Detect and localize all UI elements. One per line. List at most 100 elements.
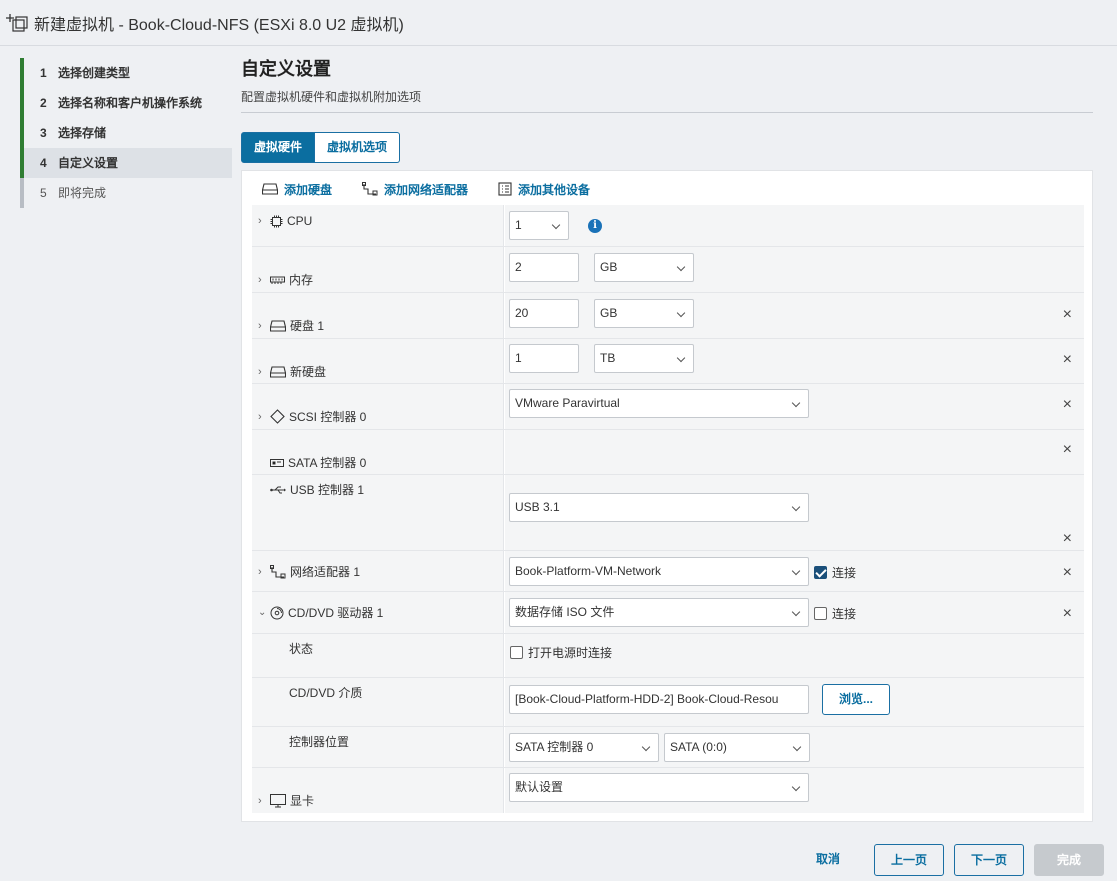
checkbox-unchecked-icon	[510, 646, 523, 659]
step-label: 选择创建类型	[58, 66, 131, 80]
disk1-expander[interactable]: › 硬盘 1	[258, 317, 324, 334]
usb-label: USB 控制器 1	[290, 483, 365, 497]
wizard-step-3[interactable]: 3 选择存储	[20, 118, 232, 148]
controller-select[interactable]: SATA 控制器 0	[509, 733, 659, 762]
step-number: 4	[40, 156, 47, 170]
remove-usb-icon[interactable]: ×	[1063, 531, 1072, 547]
network-adapter-icon	[362, 182, 378, 196]
info-icon[interactable]: i	[588, 219, 602, 233]
step-label: 选择存储	[58, 126, 107, 140]
checkbox-unchecked-icon	[814, 607, 827, 620]
new-vm-icon	[6, 12, 28, 34]
hardware-toolbar: 添加硬盘 添加网络适配器 添加其他设备	[262, 179, 620, 199]
cdrom-status-label: 状态	[289, 642, 314, 656]
disk1-size-input[interactable]: 20	[509, 299, 579, 328]
add-other-device-button[interactable]: 添加其他设备	[498, 179, 590, 199]
nic-network-select[interactable]: Book-Platform-VM-Network	[509, 557, 809, 586]
memory-label: 内存	[289, 273, 314, 287]
remove-disk1-icon[interactable]: ×	[1063, 307, 1072, 323]
cdrom-expander[interactable]: ⌄ CD/DVD 驱动器 1	[258, 604, 383, 621]
memory-size-input[interactable]: 2	[509, 253, 579, 282]
cpu-label: CPU	[287, 214, 313, 228]
new-disk-size-input[interactable]: 1	[509, 344, 579, 373]
controller-slot-select[interactable]: SATA (0:0)	[664, 733, 810, 762]
chevron-down-icon: ⌄	[258, 607, 267, 618]
remove-cdrom-icon[interactable]: ×	[1063, 606, 1072, 622]
add-disk-label: 添加硬盘	[284, 182, 333, 197]
step-label: 选择名称和客户机操作系统	[58, 96, 203, 110]
cdrom-type-select[interactable]: 数据存储 ISO 文件	[509, 598, 809, 627]
step-number: 2	[40, 96, 47, 110]
hardware-row-memory: › 内存 2 GB	[252, 247, 1084, 293]
video-setting-select[interactable]: 默认设置	[509, 773, 809, 802]
disk1-unit-select[interactable]: GB	[594, 299, 694, 328]
cdrom-label: CD/DVD 驱动器 1	[288, 606, 384, 620]
cdrom-media-label: CD/DVD 介质	[289, 686, 363, 700]
hardware-row-usb: USB 控制器 1 USB 3.1 ×	[252, 475, 1084, 551]
chevron-right-icon: ›	[258, 273, 262, 286]
new-disk-label: 新硬盘	[290, 365, 327, 379]
cdrom-media-input[interactable]: [Book-Cloud-Platform-HDD-2] Book-Cloud-R…	[509, 685, 809, 714]
nic-connect-checkbox[interactable]: 连接	[814, 564, 856, 581]
device-list-icon	[498, 182, 512, 196]
cancel-button[interactable]: 取消	[802, 844, 854, 876]
page-subtitle: 配置虚拟机硬件和虚拟机附加选项	[241, 90, 422, 104]
hardware-row-disk1: › 硬盘 1 20 GB ×	[252, 293, 1084, 339]
tab-vm-options[interactable]: 虚拟机选项	[315, 132, 401, 163]
wizard-step-2[interactable]: 2 选择名称和客户机操作系统	[20, 88, 232, 118]
power-on-connect-checkbox[interactable]: 打开电源时连接	[510, 644, 612, 661]
hardware-row-cdrom-status: 状态 打开电源时连接	[252, 634, 1084, 678]
back-button[interactable]: 上一页	[874, 844, 944, 876]
remove-new-disk-icon[interactable]: ×	[1063, 352, 1072, 368]
add-nic-button[interactable]: 添加网络适配器	[362, 179, 468, 199]
chevron-right-icon: ›	[258, 410, 262, 423]
nic-expander[interactable]: › 网络适配器 1	[258, 563, 360, 580]
new-disk-expander[interactable]: › 新硬盘	[258, 363, 326, 380]
hardware-row-sata: SATA 控制器 0 ×	[252, 430, 1084, 475]
page-title: 自定义设置	[241, 59, 331, 79]
tab-virtual-hardware[interactable]: 虚拟硬件	[241, 132, 316, 163]
scsi-expander[interactable]: › SCSI 控制器 0	[258, 408, 366, 425]
cdrom-connect-checkbox[interactable]: 连接	[814, 605, 856, 622]
scsi-type-select[interactable]: VMware Paravirtual	[509, 389, 809, 418]
nic-label: 网络适配器 1	[290, 565, 361, 579]
sata-label: SATA 控制器 0	[288, 456, 367, 470]
hard-disk-icon	[270, 319, 286, 332]
memory-icon	[270, 275, 285, 285]
video-expander[interactable]: › 显卡	[258, 792, 314, 809]
sata-controller-icon	[270, 458, 284, 468]
chevron-right-icon: ›	[258, 565, 262, 578]
hardware-row-video: › 显卡 默认设置	[252, 768, 1084, 813]
chevron-right-icon: ›	[258, 319, 262, 332]
add-disk-button[interactable]: 添加硬盘	[262, 179, 332, 199]
new-disk-unit-select[interactable]: TB	[594, 344, 694, 373]
cpu-icon	[270, 215, 283, 228]
memory-unit-select[interactable]: GB	[594, 253, 694, 282]
cpu-expander[interactable]: › CPU	[258, 214, 312, 228]
usb-type-select[interactable]: USB 3.1	[509, 493, 809, 522]
hardware-row-cpu: › CPU 1 i	[252, 205, 1084, 247]
step-label: 即将完成	[58, 186, 107, 200]
scsi-label: SCSI 控制器 0	[289, 410, 367, 424]
remove-scsi-icon[interactable]: ×	[1063, 397, 1072, 413]
step-label: 自定义设置	[58, 156, 119, 170]
wizard-step-1[interactable]: 1 选择创建类型	[20, 58, 232, 88]
cpu-count-select[interactable]: 1	[509, 211, 569, 240]
usb-row-label: USB 控制器 1	[270, 481, 364, 498]
remove-nic-icon[interactable]: ×	[1063, 565, 1072, 581]
cdrom-connect-label: 连接	[832, 607, 857, 621]
cd-dvd-icon	[270, 606, 284, 620]
next-button[interactable]: 下一页	[954, 844, 1024, 876]
memory-expander[interactable]: › 内存	[258, 271, 313, 288]
wizard-footer: 取消 上一页 下一页 完成	[0, 830, 1117, 881]
disk1-label: 硬盘 1	[290, 319, 325, 333]
hardware-row-cdrom: ⌄ CD/DVD 驱动器 1 数据存储 ISO 文件 连接 ×	[252, 592, 1084, 634]
wizard-step-4[interactable]: 4 自定义设置	[20, 148, 232, 178]
step-number: 3	[40, 126, 47, 140]
browse-button[interactable]: 浏览...	[822, 684, 890, 715]
power-on-connect-label: 打开电源时连接	[528, 646, 613, 660]
content-header: 自定义设置 配置虚拟机硬件和虚拟机附加选项	[241, 58, 1093, 113]
hardware-row-nic: › 网络适配器 1 Book-Platform-VM-Network 连接 ×	[252, 551, 1084, 592]
monitor-icon	[270, 793, 286, 808]
remove-sata-icon[interactable]: ×	[1063, 442, 1072, 458]
